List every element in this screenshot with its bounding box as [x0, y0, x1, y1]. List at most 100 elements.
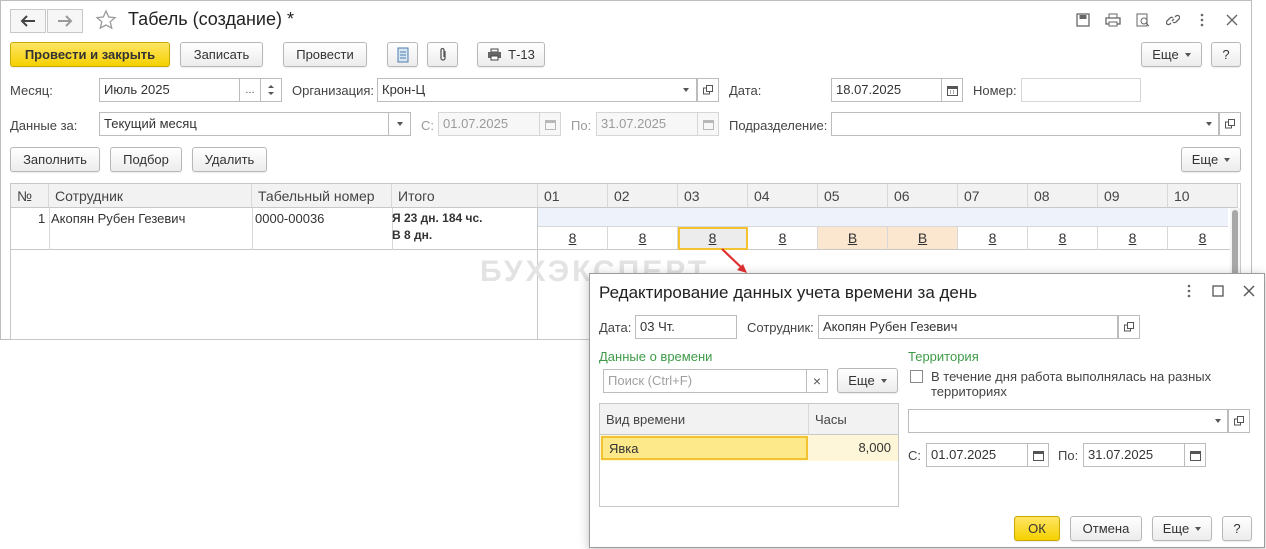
day-cell[interactable]: 8 — [958, 227, 1028, 250]
attachments-button[interactable] — [427, 42, 458, 67]
month-field[interactable]: Июль 2025 — [99, 78, 240, 102]
territory-from-field[interactable]: 01.07.2025 — [926, 443, 1029, 467]
delete-button[interactable]: Удалить — [192, 147, 267, 172]
territory-section-title: Территория — [908, 349, 979, 364]
open-window-icon — [1124, 322, 1134, 332]
header-hours: Часы — [809, 404, 898, 435]
dialog-date-label: Дата: — [599, 320, 632, 335]
territory-from-calendar[interactable] — [1027, 443, 1049, 467]
time-kinds-table[interactable]: Вид времени Часы Явка 8,000 — [599, 403, 899, 507]
organization-field[interactable]: Крон-Ц — [377, 78, 698, 102]
department-label: Подразделение: — [729, 118, 828, 133]
list-document-icon — [397, 47, 408, 62]
employee-name: Акопян Рубен Гезевич — [51, 211, 186, 226]
table-row[interactable]: Явка 8,000 — [600, 435, 898, 461]
month-spinner[interactable] — [260, 78, 282, 102]
day-cell[interactable]: 8 — [1168, 227, 1238, 250]
day-cell[interactable]: 8 — [538, 227, 608, 250]
post-and-close-button[interactable]: Провести и закрыть — [10, 42, 170, 67]
caret-down-icon — [1224, 157, 1231, 162]
header-day: 03 — [678, 184, 748, 208]
save-icon[interactable] — [1072, 10, 1094, 30]
dialog-close-icon[interactable] — [1243, 285, 1257, 299]
favorite-star-icon[interactable] — [95, 9, 117, 31]
caret-down-icon — [396, 122, 403, 126]
day-cell[interactable]: 8 — [748, 227, 818, 250]
organization-label: Организация: — [292, 83, 375, 98]
open-window-icon — [703, 85, 713, 95]
open-window-icon — [1225, 119, 1235, 129]
arrow-left-icon — [20, 15, 35, 27]
link-icon[interactable] — [1162, 10, 1184, 30]
open-window-icon — [1234, 416, 1244, 426]
forward-button[interactable] — [47, 9, 83, 33]
header-day: 08 — [1028, 184, 1098, 208]
caret-down-icon — [1205, 122, 1212, 126]
territory-field[interactable] — [908, 409, 1210, 433]
day-cell-weekend[interactable]: В — [818, 227, 888, 250]
date-calendar-button[interactable] — [941, 78, 963, 102]
more-vertical-icon[interactable] — [1191, 10, 1213, 30]
fill-button[interactable]: Заполнить — [10, 147, 100, 172]
organization-dropdown[interactable] — [675, 78, 697, 102]
calendar-icon — [1189, 450, 1201, 461]
organization-open-button[interactable] — [697, 78, 719, 102]
print-icon[interactable] — [1102, 10, 1124, 30]
time-kind-cell[interactable]: Явка — [601, 436, 808, 460]
search-clear-button[interactable]: × — [806, 369, 828, 393]
data-for-field[interactable]: Текущий месяц — [99, 112, 389, 136]
dialog-more-icon[interactable] — [1182, 284, 1196, 300]
dialog-footer-more-button[interactable]: Еще — [1152, 516, 1212, 541]
day-cell[interactable]: 8 — [608, 227, 678, 250]
paperclip-icon — [439, 47, 446, 61]
search-input[interactable]: Поиск (Ctrl+F) — [603, 369, 807, 393]
maximize-icon[interactable] — [1212, 285, 1226, 299]
close-icon[interactable] — [1221, 10, 1243, 30]
number-field[interactable] — [1021, 78, 1141, 102]
more-button[interactable]: Еще — [1141, 42, 1202, 67]
back-button[interactable] — [10, 9, 46, 33]
dialog-more-button[interactable]: Еще — [837, 368, 898, 393]
dialog-date-field[interactable]: 03 Чт. — [635, 315, 737, 339]
help-button[interactable]: ? — [1211, 42, 1241, 67]
day-cell[interactable]: 8 — [1098, 227, 1168, 250]
more-label: Еще — [1152, 47, 1179, 62]
month-select-button[interactable]: ... — [239, 78, 261, 102]
table-row[interactable]: 1 Акопян Рубен Гезевич 0000-00036 Я 23 д… — [11, 208, 538, 339]
caret-down-icon — [1195, 526, 1202, 531]
day-cell-weekend[interactable]: В — [888, 227, 958, 250]
hours-cell[interactable]: 8,000 — [809, 435, 898, 461]
territory-open-button[interactable] — [1228, 409, 1250, 433]
department-dropdown[interactable] — [1199, 112, 1219, 136]
cancel-button[interactable]: Отмена — [1070, 516, 1142, 541]
month-label: Месяц: — [10, 83, 53, 98]
header-day: 10 — [1168, 184, 1238, 208]
window-title: Табель (создание) * — [128, 9, 294, 29]
department-open-button[interactable] — [1219, 112, 1241, 136]
employee-open-button[interactable] — [1118, 315, 1140, 339]
from-label: С: — [421, 118, 434, 133]
day-cell[interactable]: 8 — [1028, 227, 1098, 250]
dialog-help-button[interactable]: ? — [1222, 516, 1252, 541]
header-time-kind: Вид времени — [600, 404, 809, 435]
register-movements-button[interactable] — [387, 42, 418, 67]
department-field[interactable] — [831, 112, 1201, 136]
print-t13-button[interactable]: Т-13 — [477, 42, 545, 67]
post-button[interactable]: Провести — [283, 42, 367, 67]
calendar-icon — [1032, 450, 1044, 461]
write-button[interactable]: Записать — [180, 42, 263, 67]
pick-button[interactable]: Подбор — [110, 147, 182, 172]
table-more-button[interactable]: Еще — [1181, 147, 1241, 172]
territory-checkbox[interactable] — [910, 370, 923, 383]
data-for-dropdown[interactable] — [389, 112, 411, 136]
territory-dropdown[interactable] — [1208, 409, 1228, 433]
header-day: 01 — [538, 184, 608, 208]
ok-button[interactable]: ОК — [1014, 516, 1060, 541]
date-field[interactable]: 18.07.2025 — [831, 78, 943, 102]
column-divider — [49, 208, 50, 250]
preview-icon[interactable] — [1132, 10, 1154, 30]
territory-to-calendar[interactable] — [1184, 443, 1206, 467]
territory-to-field[interactable]: 31.07.2025 — [1083, 443, 1186, 467]
dialog-employee-field[interactable]: Акопян Рубен Гезевич — [818, 315, 1118, 339]
pointer-arrow-icon — [721, 248, 747, 273]
